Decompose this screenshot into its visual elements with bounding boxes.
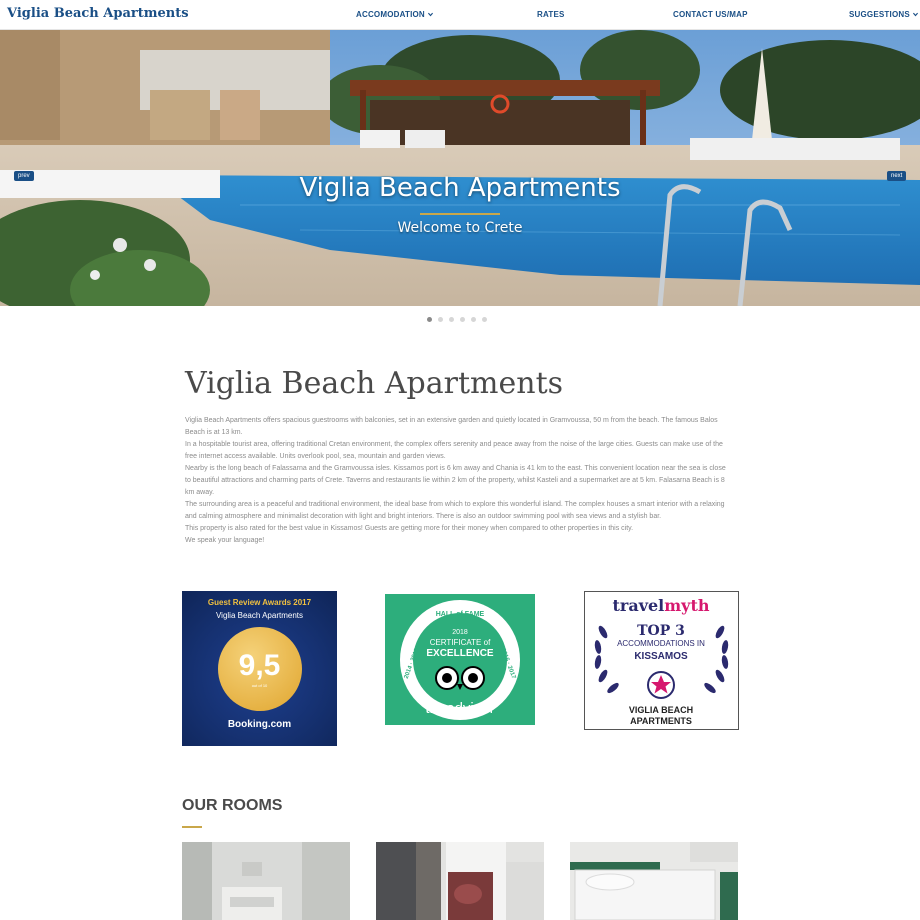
hero-pool-image — [0, 30, 920, 306]
travelmyth-line1: ACCOMMODATIONS IN — [617, 639, 705, 648]
intro-paragraph: This property is also rated for the best… — [185, 525, 634, 532]
intro-title: Viglia Beach Apartments — [185, 366, 564, 401]
svg-text:tripadvisor: tripadvisor — [425, 700, 494, 717]
travelmyth-award-badge[interactable]: travelmyth TOP 3 ACCOMMODATIONS IN KISSA… — [584, 591, 739, 730]
nav-item-contact[interactable]: CONTACT US/MAP — [673, 10, 748, 19]
slider-prev-button[interactable]: prev — [14, 171, 34, 181]
intro-paragraph: Viglia Beach Apartments offers spacious … — [185, 417, 718, 436]
rooms-title-underline — [182, 826, 202, 828]
rooms-section-title: OUR ROOMS — [182, 797, 283, 814]
travelmyth-name2: APARTMENTS — [630, 716, 692, 726]
slider-next-button[interactable]: next — [887, 171, 907, 181]
booking-award-title: Guest Review Awards 2017 — [207, 598, 312, 607]
intro-paragraph: We speak your language! — [185, 537, 265, 544]
tripadvisor-brand-advisor: advisor — [446, 700, 494, 717]
nav-item-label: CONTACT US/MAP — [673, 10, 748, 19]
chevron-down-icon — [427, 12, 433, 17]
slider-dot[interactable] — [482, 317, 487, 322]
top-navbar: Viglia Beach Apartments ACCOMODATION RAT… — [0, 0, 920, 30]
nav-item-rates[interactable]: RATES — [537, 10, 565, 19]
slider-dot[interactable] — [460, 317, 465, 322]
travelmyth-badge-art: travelmyth TOP 3 ACCOMMODATIONS IN KISSA… — [594, 596, 729, 726]
booking-award-name: Viglia Beach Apartments — [215, 611, 303, 620]
slider-dot[interactable] — [449, 317, 454, 322]
travelmyth-brand-travel: travel — [613, 596, 665, 615]
slider-dot[interactable] — [438, 317, 443, 322]
travelmyth-brand-myth: myth — [664, 596, 710, 615]
tripadvisor-award-badge[interactable]: HALL of FAME 2014 · 2015 2016 · 2017 201… — [385, 594, 535, 725]
travelmyth-rank: TOP 3 — [637, 623, 685, 639]
booking-out-of: out of 10 — [251, 683, 268, 688]
room-photo-3 — [570, 842, 738, 920]
nav-item-suggestions[interactable]: SUGGESTIONS — [849, 10, 919, 19]
hero-divider — [420, 213, 500, 215]
intro-paragraph: The surrounding area is a peaceful and t… — [185, 501, 725, 520]
slider-dots — [427, 309, 493, 327]
intro-text: Viglia Beach Apartments offers spacious … — [185, 415, 733, 547]
booking-award-badge[interactable]: Guest Review Awards 2017 Viglia Beach Ap… — [182, 591, 337, 746]
travelmyth-line2: KISSAMOS — [634, 651, 688, 662]
nav-item-accomodation[interactable]: ACCOMODATION — [356, 10, 434, 19]
room-card-image[interactable] — [570, 842, 738, 920]
svg-text:travelmyth: travelmyth — [613, 596, 710, 615]
site-brand[interactable]: Viglia Beach Apartments — [7, 6, 189, 21]
chevron-down-icon — [912, 12, 918, 17]
tripadvisor-hall-text: HALL of FAME — [436, 611, 485, 618]
room-photo-1 — [182, 842, 350, 920]
nav-item-label: RATES — [537, 10, 565, 19]
room-card-image[interactable] — [182, 842, 350, 920]
room-card-image[interactable] — [376, 842, 544, 920]
tripadvisor-year: 2018 — [452, 629, 468, 636]
slider-dot[interactable] — [471, 317, 476, 322]
intro-paragraph: In a hospitable tourist area, offering t… — [185, 441, 723, 460]
hero-subtitle: Welcome to Crete — [397, 220, 523, 236]
hero-slider[interactable]: Viglia Beach Apartments Welcome to Crete… — [0, 30, 920, 306]
room-photo-2 — [376, 842, 544, 920]
intro-paragraph: Nearby is the long beach of Falassarna a… — [185, 465, 726, 496]
nav-item-label: SUGGESTIONS — [849, 10, 910, 19]
booking-brand: Booking.com — [227, 719, 292, 730]
booking-score: 9,5 — [238, 649, 281, 682]
slider-dot[interactable] — [427, 317, 432, 322]
hero-title: Viglia Beach Apartments — [299, 173, 621, 203]
nav-item-label: ACCOMODATION — [356, 10, 425, 19]
tripadvisor-cert-line2: EXCELLENCE — [426, 648, 494, 659]
travelmyth-name1: VIGLIA BEACH — [629, 705, 693, 715]
tripadvisor-cert-line1: CERTIFICATE of — [430, 638, 491, 647]
tripadvisor-badge-art: HALL of FAME 2014 · 2015 2016 · 2017 201… — [400, 600, 520, 720]
tripadvisor-brand-trip: trip — [425, 700, 446, 717]
